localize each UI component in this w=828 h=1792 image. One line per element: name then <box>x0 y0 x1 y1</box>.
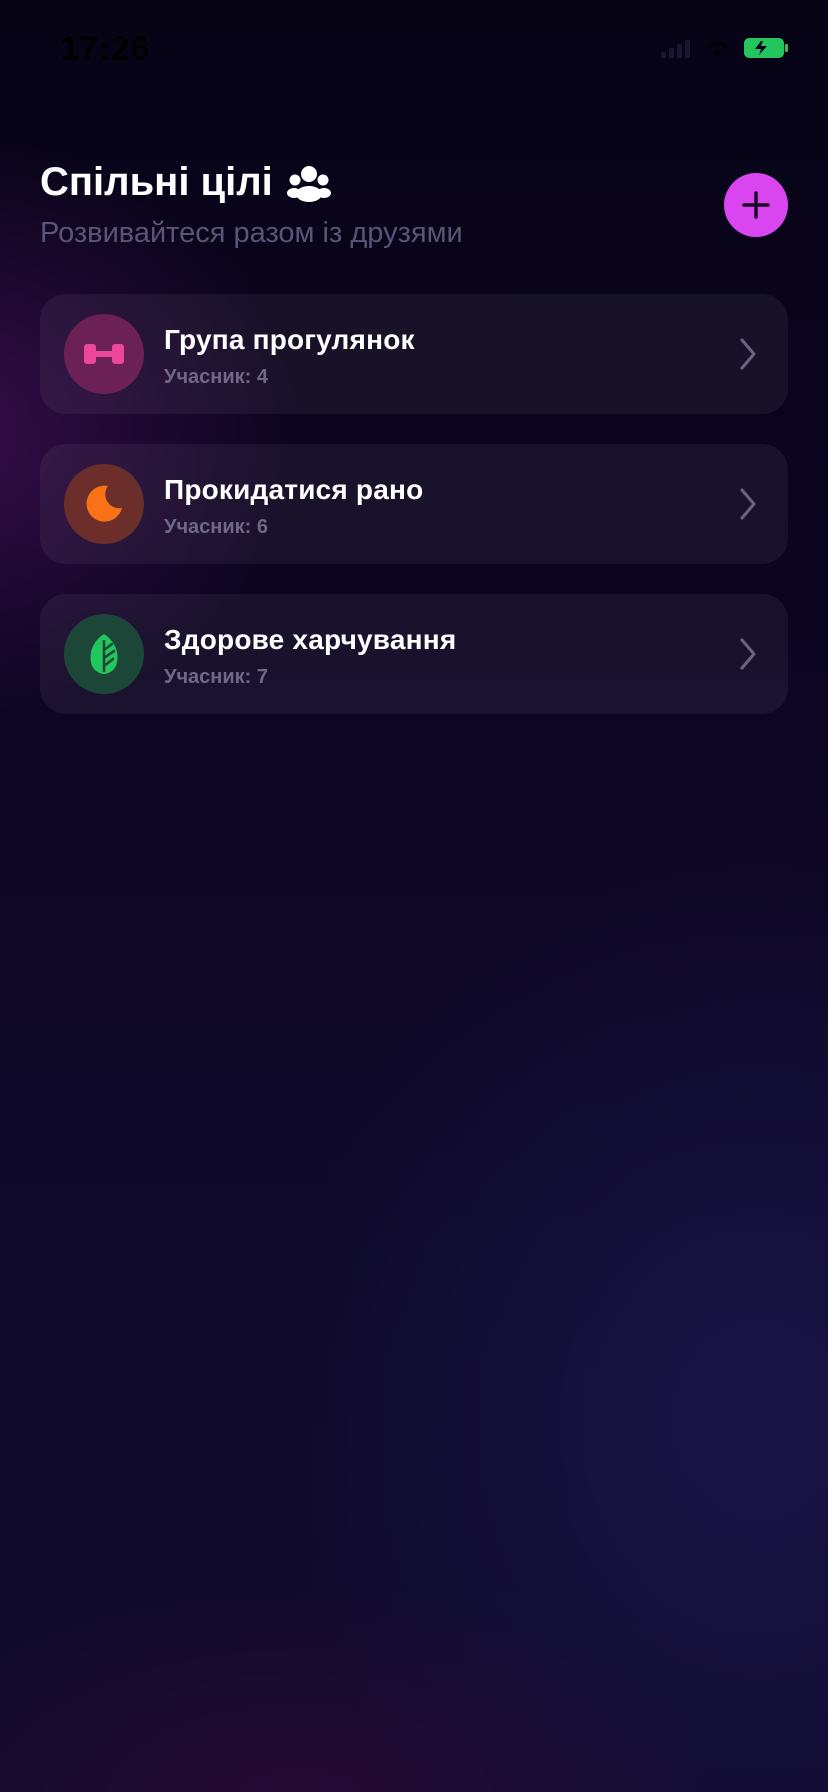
group-card-wake-early[interactable]: Прокидатися рано Учасник: 6 <box>40 444 788 564</box>
signal-icon <box>661 38 690 58</box>
group-members: Учасник: 4 <box>164 366 269 388</box>
battery-icon <box>744 38 788 58</box>
group-list: Група прогулянок Учасник: 4 Прокидатися … <box>40 294 788 744</box>
group-card-walks[interactable]: Група прогулянок Учасник: 4 <box>40 294 788 414</box>
wifi-icon <box>707 42 727 56</box>
page-subtitle: Розвивайтеся разом із друзями <box>40 217 463 249</box>
group-members: Учасник: 6 <box>164 516 269 538</box>
group-avatar <box>64 614 144 694</box>
background <box>0 0 828 1792</box>
group-card-healthy-eating[interactable]: Здорове харчування Учасник: 7 <box>40 594 788 714</box>
group-text: Здорове харчування Учасник: 7 <box>164 624 456 689</box>
chevron-right-icon <box>740 488 756 520</box>
page-title: Спільні цілі <box>40 160 273 204</box>
chevron-right-icon <box>740 638 756 670</box>
group-text: Прокидатися рано Учасник: 6 <box>164 474 423 539</box>
group-text: Група прогулянок Учасник: 4 <box>164 324 415 389</box>
group-name: Прокидатися рано <box>164 474 424 505</box>
group-name: Здорове харчування <box>164 624 457 655</box>
dumbbell-icon <box>84 344 124 364</box>
moon-icon <box>86 485 122 522</box>
plus-icon <box>742 191 770 219</box>
add-group-button[interactable] <box>724 173 788 237</box>
status-bar: 17:26 <box>0 0 828 100</box>
group-members: Учасник: 7 <box>164 666 269 688</box>
group-avatar <box>64 314 144 394</box>
people-icon <box>286 165 331 202</box>
leaf-icon <box>90 634 118 674</box>
group-name: Група прогулянок <box>164 324 415 355</box>
group-avatar <box>64 464 144 544</box>
page-header: Спільні цілі Розвивайтеся разом із друзя… <box>40 160 788 260</box>
title-row: Спільні цілі <box>40 160 788 205</box>
status-time: 17:26 <box>60 30 150 68</box>
status-icons <box>661 38 788 58</box>
chevron-right-icon <box>740 338 756 370</box>
